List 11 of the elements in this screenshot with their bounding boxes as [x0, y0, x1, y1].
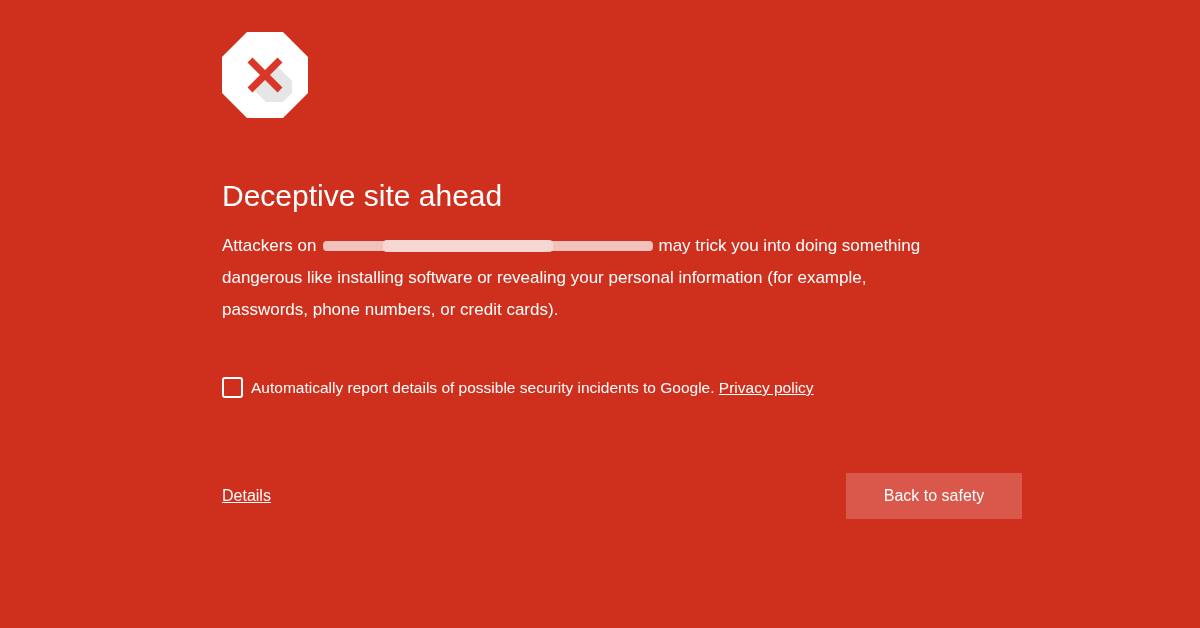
checkbox-label: Automatically report details of possible security incidents to Google. — [251, 379, 715, 396]
privacy-policy-link[interactable]: Privacy policy — [718, 379, 814, 396]
stop-sign-icon — [222, 32, 308, 118]
back-to-safety-button[interactable]: Back to safety — [846, 473, 1022, 520]
page-heading: Deceptive site ahead — [222, 178, 504, 214]
warning-text: may trick you into doing something — [658, 235, 921, 257]
warning-text: Attackers on — [222, 235, 317, 257]
warning-text: dangerous like installing software or revealing your personal information (for example, — [222, 268, 867, 287]
report-checkbox[interactable] — [222, 377, 243, 399]
warning-text: passwords, phone numbers, or credit cards). — [222, 300, 559, 319]
details-link[interactable]: Details — [222, 484, 271, 509]
